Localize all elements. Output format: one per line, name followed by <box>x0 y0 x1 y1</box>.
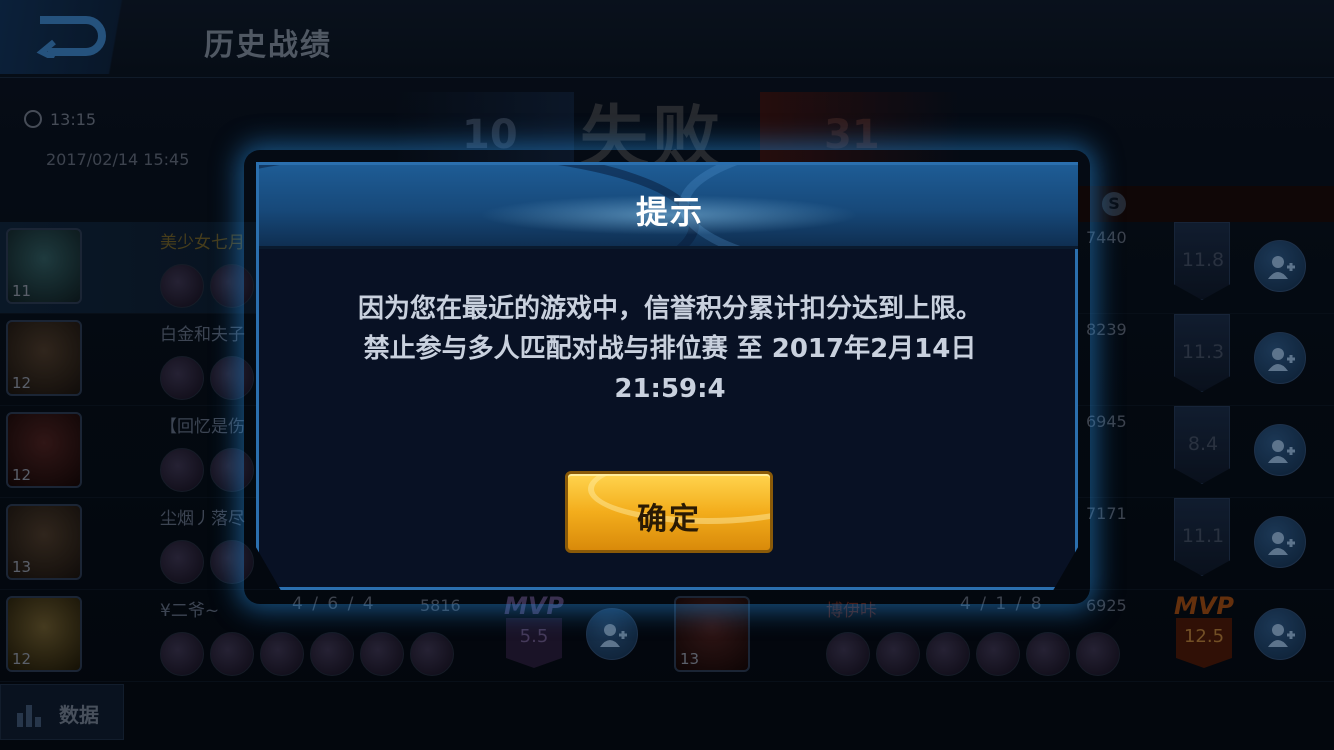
message-line-3: 21:59:4 <box>614 374 726 404</box>
dialog-header: 提示 <box>259 165 1078 249</box>
confirm-button-label: 确定 <box>637 502 701 537</box>
message-line-2: 禁止参与多人匹配对战与排位赛 至 2017年2月14日 <box>363 334 977 364</box>
confirm-button[interactable]: 确定 <box>565 471 773 553</box>
dialog-title: 提示 <box>635 193 704 231</box>
penalty-dialog: 提示 因为您在最近的游戏中，信誉积分累计扣分达到上限。 禁止参与多人匹配对战与排… <box>256 162 1078 590</box>
dialog-message: 因为您在最近的游戏中，信誉积分累计扣分达到上限。 禁止参与多人匹配对战与排位赛 … <box>259 255 1078 409</box>
message-line-1: 因为您在最近的游戏中，信誉积分累计扣分达到上限。 <box>357 294 982 324</box>
